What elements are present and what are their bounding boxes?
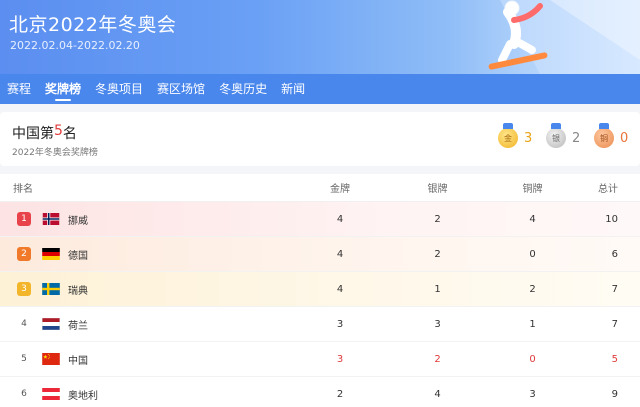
china-summary-card: 中国第 5 名 2022年冬奥会奖牌榜 金 3 银 2 铜 0: [0, 112, 640, 166]
tab-news[interactable]: 新闻: [274, 74, 312, 104]
bronze-cell: 3: [529, 388, 536, 400]
table-row[interactable]: 6 奥地利 2 4 3 9: [0, 377, 640, 407]
table-row[interactable]: 4 荷兰 3 3 1 7: [0, 307, 640, 342]
norway-flag-icon: [42, 213, 60, 225]
silver-cell: 3: [434, 318, 441, 330]
gold-summary: 金 3: [498, 123, 533, 148]
table-row-china[interactable]: 5 中国 3 2 0 5: [0, 342, 640, 377]
header-rank: 排名: [13, 184, 33, 195]
table-header: 排名 金牌 银牌 铜牌 总计: [0, 174, 640, 202]
gold-medal-icon: 金: [498, 123, 518, 148]
gold-cell: 4: [336, 213, 344, 225]
country-name: 瑞典: [68, 285, 88, 297]
header-gold: 金牌: [330, 184, 350, 195]
tab-schedule[interactable]: 赛程: [0, 74, 38, 104]
rank-badge: 6: [21, 389, 27, 399]
snowboarder-illustration: [488, 0, 640, 74]
table-row[interactable]: 3 瑞典 4 1 2 7: [0, 272, 640, 307]
bronze-cell: 2: [529, 283, 536, 295]
bronze-count: 0: [620, 130, 629, 146]
netherlands-flag-icon: [42, 318, 60, 330]
silver-cell: 2: [434, 213, 441, 225]
country-name: 中国: [68, 355, 88, 367]
gold-count: 3: [524, 130, 533, 146]
sweden-flag-icon: [42, 283, 60, 295]
silver-summary: 银 2: [546, 123, 581, 148]
silver-medal-icon: 银: [546, 123, 566, 148]
total-cell: 6: [611, 248, 618, 260]
rank-suffix: 名: [62, 126, 77, 142]
rank-prefix: 中国第: [12, 126, 54, 142]
header-total: 总计: [598, 184, 618, 195]
header-bronze: 铜牌: [522, 184, 543, 195]
nav-bar: 赛程 奖牌榜 冬奥项目 赛区场馆 冬奥历史 新闻: [0, 74, 640, 104]
rank-badge: 1: [17, 212, 31, 226]
bronze-cell: 0: [529, 353, 536, 365]
total-cell: 7: [611, 318, 618, 330]
tab-history[interactable]: 冬奥历史: [212, 74, 274, 104]
silver-cell: 1: [434, 283, 441, 295]
silver-count: 2: [572, 130, 581, 146]
gold-cell: 2: [336, 388, 344, 400]
country-name: 荷兰: [68, 320, 88, 332]
gold-cell: 3: [336, 318, 344, 330]
tab-medal-table[interactable]: 奖牌榜: [38, 74, 88, 104]
rank-badge: 3: [17, 282, 31, 296]
page-title: 北京2022年冬奥会: [9, 14, 177, 36]
total-cell: 5: [611, 353, 618, 365]
tab-winter-events[interactable]: 冬奥项目: [88, 74, 150, 104]
rank-badge: 2: [17, 247, 31, 261]
country-name: 奥地利: [68, 390, 98, 402]
summary-subtitle: 2022年冬奥会奖牌榜: [12, 148, 98, 158]
austria-flag-icon: [42, 388, 60, 400]
china-flag-icon: [42, 353, 60, 365]
rank-badge: 5: [21, 354, 27, 364]
table-row[interactable]: 1 挪威 4 2 4 10: [0, 202, 640, 237]
silver-cell: 2: [434, 353, 441, 365]
rank-badge: 4: [21, 319, 27, 329]
country-name: 德国: [68, 250, 88, 262]
header-silver: 银牌: [427, 184, 448, 195]
germany-flag-icon: [42, 248, 60, 260]
gold-cell: 4: [336, 283, 344, 295]
bronze-cell: 0: [529, 248, 536, 260]
bronze-summary: 铜 0: [594, 123, 629, 148]
gold-cell: 3: [336, 353, 344, 365]
medal-table: 排名 金牌 银牌 铜牌 总计 1 挪威 4 2 4 10 2 德国 4 2 0 …: [0, 174, 640, 407]
header-banner: 北京2022年冬奥会 2022.02.04-2022.02.20: [0, 0, 640, 74]
tab-venues[interactable]: 赛区场馆: [150, 74, 212, 104]
gold-cell: 4: [336, 248, 344, 260]
event-dates: 2022.02.04-2022.02.20: [10, 39, 140, 52]
bronze-cell: 4: [529, 213, 536, 225]
china-rank-number: 5: [54, 123, 63, 139]
table-row[interactable]: 2 德国 4 2 0 6: [0, 237, 640, 272]
total-cell: 7: [611, 283, 618, 295]
bronze-medal-icon: 铜: [594, 123, 614, 148]
country-name: 挪威: [68, 215, 88, 227]
total-cell: 9: [611, 388, 618, 400]
bronze-cell: 1: [529, 318, 536, 330]
silver-cell: 4: [434, 388, 441, 400]
total-cell: 10: [605, 213, 618, 225]
china-rank-line: 中国第 5 名: [12, 123, 77, 143]
silver-cell: 2: [434, 248, 441, 260]
